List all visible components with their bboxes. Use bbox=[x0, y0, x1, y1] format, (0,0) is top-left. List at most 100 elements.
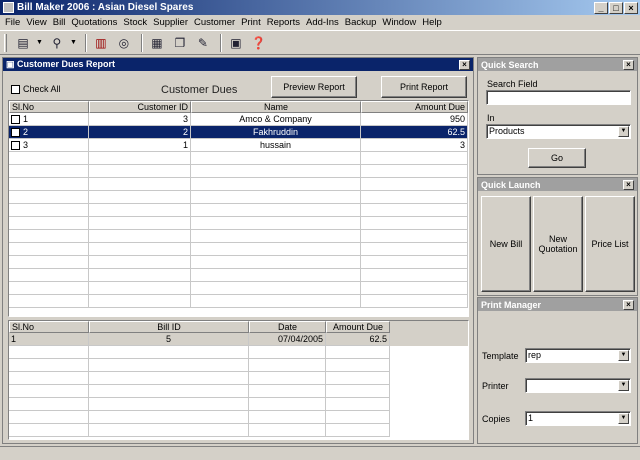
quick-launch-header: Quick Launch × bbox=[478, 178, 637, 191]
go-button[interactable]: Go bbox=[528, 148, 586, 168]
menu-supplier[interactable]: Supplier bbox=[150, 17, 191, 28]
detail-row-date: 07/04/2005 bbox=[249, 333, 326, 346]
menu-print[interactable]: Print bbox=[238, 17, 264, 28]
book-icon[interactable]: ▥ bbox=[91, 34, 111, 52]
menu-help[interactable]: Help bbox=[419, 17, 445, 28]
empty-row bbox=[9, 372, 468, 385]
new-quotation-button[interactable]: New Quotation bbox=[533, 196, 583, 292]
check-all-checkbox[interactable]: Check All bbox=[11, 84, 61, 95]
toolbar-separator bbox=[140, 33, 143, 52]
row-checkbox[interactable] bbox=[11, 141, 20, 151]
close-button[interactable]: × bbox=[624, 1, 638, 14]
col-detail-amount[interactable]: Amount Due bbox=[326, 321, 390, 333]
empty-row bbox=[9, 346, 468, 359]
col-date[interactable]: Date bbox=[249, 321, 326, 333]
row-amount: 3 bbox=[361, 139, 468, 152]
row-customer-id: 2 bbox=[89, 126, 191, 139]
menu-quotations[interactable]: Quotations bbox=[68, 17, 120, 28]
chevron-down-icon[interactable]: ▼ bbox=[618, 126, 629, 137]
col-name[interactable]: Name bbox=[191, 101, 361, 113]
toolbar-grip[interactable] bbox=[4, 33, 7, 52]
menu-bill[interactable]: Bill bbox=[50, 17, 69, 28]
print-manager-close-button[interactable]: × bbox=[623, 299, 634, 310]
template-select[interactable]: rep ▼ bbox=[525, 348, 631, 363]
menu-addins[interactable]: Add-Ins bbox=[303, 17, 342, 28]
col-customer-id[interactable]: Customer ID bbox=[89, 101, 191, 113]
bill-details-table[interactable]: Sl.No Bill ID Date Amount Due 1 5 07/04/… bbox=[8, 320, 469, 440]
maximize-button[interactable]: □ bbox=[609, 1, 623, 14]
empty-row bbox=[9, 191, 468, 204]
chevron-down-icon[interactable]: ▼ bbox=[618, 350, 629, 361]
row-name: Fakhruddin bbox=[191, 126, 361, 139]
disc-icon[interactable]: ◎ bbox=[114, 34, 134, 52]
print-manager-panel: Print Manager × Template rep ▼ Printer ▼… bbox=[477, 297, 638, 444]
report-heading: Customer Dues bbox=[161, 84, 238, 96]
minimize-button[interactable]: _ bbox=[594, 1, 608, 14]
search-in-select[interactable]: Products ▼ bbox=[486, 124, 631, 139]
table-row[interactable]: 2 2 Fakhruddin 62.5 bbox=[9, 126, 468, 139]
copies-value: 1 bbox=[528, 413, 534, 423]
menu-reports[interactable]: Reports bbox=[264, 17, 303, 28]
toolbar-separator bbox=[219, 33, 222, 52]
quick-search-title: Quick Search bbox=[481, 59, 539, 70]
empty-row bbox=[9, 424, 468, 437]
menu-window[interactable]: Window bbox=[379, 17, 419, 28]
print-manager-title: Print Manager bbox=[481, 299, 542, 310]
edit-document-icon[interactable]: ✎ bbox=[193, 34, 213, 52]
window-icon[interactable]: ▣ bbox=[226, 34, 246, 52]
search-in-value: Products bbox=[489, 126, 525, 136]
menu-file[interactable]: File bbox=[2, 17, 23, 28]
status-bar bbox=[0, 446, 640, 460]
help-icon[interactable]: ❓ bbox=[249, 34, 269, 52]
empty-row bbox=[9, 217, 468, 230]
detail-row-bill-id: 5 bbox=[89, 333, 249, 346]
empty-row bbox=[9, 243, 468, 256]
empty-row bbox=[9, 165, 468, 178]
col-detail-slno[interactable]: Sl.No bbox=[9, 321, 89, 333]
price-list-button[interactable]: Price List bbox=[585, 196, 635, 292]
detail-table-header: Sl.No Bill ID Date Amount Due bbox=[9, 321, 468, 333]
col-bill-id[interactable]: Bill ID bbox=[89, 321, 249, 333]
row-customer-id: 1 bbox=[89, 139, 191, 152]
chevron-down-icon[interactable]: ▼ bbox=[618, 413, 629, 424]
printer-select[interactable]: ▼ bbox=[525, 378, 631, 393]
copies-select[interactable]: 1 ▼ bbox=[525, 411, 631, 426]
col-amount-due[interactable]: Amount Due bbox=[361, 101, 468, 113]
check-all-label: Check All bbox=[23, 84, 61, 94]
menu-view[interactable]: View bbox=[23, 17, 49, 28]
windows-icon[interactable]: ❐ bbox=[170, 34, 190, 52]
notepad-icon[interactable]: ▦ bbox=[147, 34, 167, 52]
chevron-down-icon[interactable]: ▼ bbox=[618, 380, 629, 391]
empty-row bbox=[9, 411, 468, 424]
empty-row bbox=[9, 178, 468, 191]
search-field-input[interactable] bbox=[486, 90, 631, 105]
checkbox-box[interactable] bbox=[11, 85, 20, 95]
empty-row bbox=[9, 152, 468, 165]
report-close-button[interactable]: × bbox=[459, 59, 470, 70]
calculator-icon[interactable]: ▤ bbox=[13, 34, 33, 52]
preview-report-button[interactable]: Preview Report bbox=[271, 76, 357, 98]
search-icon[interactable]: ⚲ bbox=[47, 34, 67, 52]
window-title: Bill Maker 2006 : Asian Diesel Spares bbox=[17, 2, 194, 13]
quick-launch-close-button[interactable]: × bbox=[623, 179, 634, 190]
table-row[interactable]: 1 3 Amco & Company 950 bbox=[9, 113, 468, 126]
empty-row bbox=[9, 282, 468, 295]
customer-dues-table[interactable]: Sl.No Customer ID Name Amount Due 1 3 Am… bbox=[8, 100, 469, 317]
new-bill-button[interactable]: New Bill bbox=[481, 196, 531, 292]
col-slno[interactable]: Sl.No bbox=[9, 101, 89, 113]
menu-backup[interactable]: Backup bbox=[342, 17, 380, 28]
report-icon: ▣ bbox=[6, 59, 15, 69]
print-report-button[interactable]: Print Report bbox=[381, 76, 467, 98]
quick-search-header: Quick Search × bbox=[478, 58, 637, 71]
toolbar: ▤ ▼ ⚲ ▼ ▥ ◎ ▦ ❐ ✎ ▣ ❓ bbox=[0, 30, 640, 55]
row-checkbox[interactable] bbox=[11, 128, 20, 138]
menu-customer[interactable]: Customer bbox=[191, 17, 238, 28]
menu-stock[interactable]: Stock bbox=[120, 17, 150, 28]
chevron-down-icon[interactable]: ▼ bbox=[70, 39, 77, 46]
table-row[interactable]: 3 1 hussain 3 bbox=[9, 139, 468, 152]
quick-search-close-button[interactable]: × bbox=[623, 59, 634, 70]
table-row[interactable]: 1 5 07/04/2005 62.5 bbox=[9, 333, 468, 346]
chevron-down-icon[interactable]: ▼ bbox=[36, 39, 43, 46]
detail-row-amount: 62.5 bbox=[326, 333, 390, 346]
row-checkbox[interactable] bbox=[11, 115, 20, 125]
